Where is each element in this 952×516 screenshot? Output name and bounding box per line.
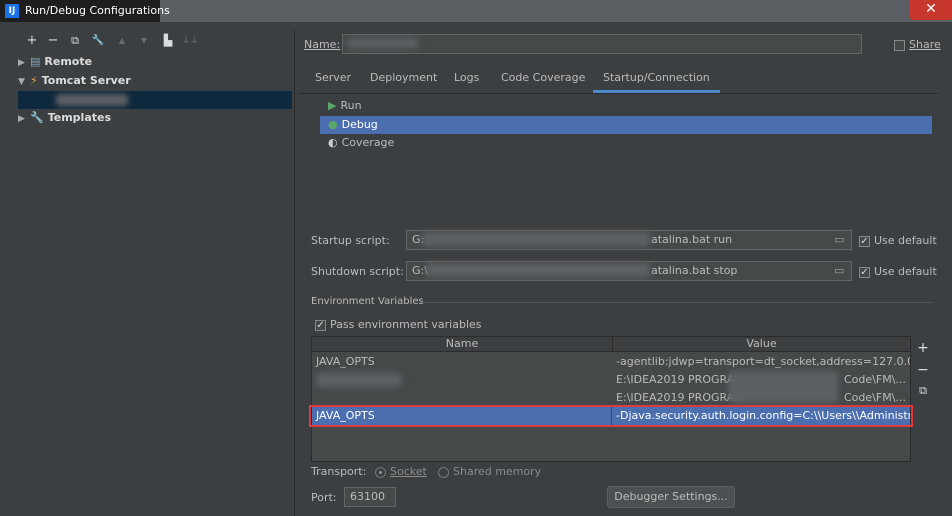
tab-startup-connection[interactable]: Startup/Connection: [593, 66, 720, 93]
socket-label: Socket: [390, 465, 427, 478]
title-bar: IJ Run/Debug Configurations ✕: [0, 0, 952, 22]
folder-icon[interactable]: ▙: [160, 32, 176, 50]
mode-coverage[interactable]: ◐ Coverage: [320, 134, 932, 152]
close-button[interactable]: ✕: [910, 0, 952, 20]
tab-logs[interactable]: Logs: [454, 66, 479, 90]
add-icon[interactable]: +: [24, 32, 40, 50]
use-default-label: Use default: [874, 265, 937, 278]
column-header-name[interactable]: Name: [312, 337, 613, 352]
app-icon: IJ: [5, 4, 19, 18]
move-down-icon[interactable]: ▼: [136, 32, 152, 50]
redacted-path: [426, 263, 650, 277]
chevron-right-icon: ▶: [18, 114, 25, 124]
tree-item-tomcat[interactable]: ▼ ⚡ Tomcat Server: [18, 72, 131, 90]
transport-label: Transport:: [311, 465, 367, 478]
share-checkbox[interactable]: Share: [894, 38, 941, 51]
tree-item-label: Templates: [47, 111, 112, 124]
add-env-icon[interactable]: +: [916, 340, 930, 356]
name-label: Name:: [304, 38, 341, 51]
sort-icon[interactable]: ↓⇣: [182, 32, 199, 50]
table-cell-value[interactable]: -agentlib:jdwp=transport=dt_socket,addre…: [612, 353, 910, 371]
socket-radio[interactable]: Socket: [375, 465, 427, 478]
debugger-settings-button[interactable]: Debugger Settings...: [607, 486, 735, 508]
startup-script-value-end: atalina.bat run: [651, 233, 733, 246]
shared-memory-label: Shared memory: [453, 465, 542, 478]
value-start: E:\IDEA2019 PROGRAM: [616, 391, 744, 404]
startup-script-label: Startup script:: [311, 234, 390, 247]
redacted-value: [728, 371, 838, 403]
folder-icon[interactable]: ▭: [834, 264, 844, 277]
pass-env-label: Pass environment variables: [330, 318, 482, 331]
remote-icon: ▤: [30, 55, 41, 68]
port-input[interactable]: 63100: [344, 487, 396, 507]
mode-run[interactable]: ▶ Run: [320, 97, 932, 115]
redacted-name: [348, 38, 418, 48]
mode-label: Run: [340, 99, 362, 112]
wrench-icon[interactable]: 🔧: [90, 32, 106, 50]
tree-item-templates[interactable]: ▶ 🔧 Templates: [18, 109, 111, 127]
mode-debug[interactable]: ● Debug: [320, 116, 932, 134]
run-icon: ▶: [328, 99, 337, 112]
chevron-down-icon: ▼: [18, 77, 25, 87]
tree-item-label: Remote: [44, 55, 93, 68]
section-divider: [420, 302, 932, 303]
port-label: Port:: [311, 491, 337, 504]
radio[interactable]: [438, 466, 449, 478]
mode-label: Coverage: [341, 136, 395, 149]
remove-icon[interactable]: −: [45, 32, 61, 50]
tab-separator: [298, 93, 938, 94]
checkbox[interactable]: ✓: [859, 235, 870, 247]
copy-icon[interactable]: ⧉: [67, 32, 83, 50]
checkbox[interactable]: ✓: [859, 266, 870, 278]
pass-env-checkbox[interactable]: ✓ Pass environment variables: [315, 318, 482, 331]
column-header-value[interactable]: Value: [613, 337, 910, 352]
redacted-path: [422, 232, 650, 246]
window-title: Run/Debug Configurations: [25, 4, 170, 17]
radio[interactable]: [375, 466, 386, 478]
tree-item-remote[interactable]: ▶ ▤ Remote: [18, 53, 92, 71]
debug-icon: ●: [328, 118, 338, 131]
shutdown-use-default[interactable]: ✓ Use default: [859, 265, 937, 278]
tree-item-label: Tomcat Server: [41, 74, 131, 87]
mode-label: Debug: [341, 118, 378, 131]
checkbox[interactable]: [894, 39, 905, 51]
table-cell-name[interactable]: JAVA_OPTS: [312, 353, 612, 371]
tab-server[interactable]: Server: [315, 66, 351, 90]
tomcat-icon: ⚡: [30, 74, 38, 87]
redacted-name: [56, 94, 128, 106]
value-start: E:\IDEA2019 PROGRAI: [616, 373, 738, 386]
wrench-icon: 🔧: [30, 111, 44, 124]
use-default-label: Use default: [874, 234, 937, 247]
move-up-icon[interactable]: ▲: [114, 32, 130, 50]
checkbox[interactable]: ✓: [315, 319, 326, 331]
env-section-title: Environment Variables: [311, 296, 424, 307]
annotation-highlight: [309, 405, 913, 427]
remove-env-icon[interactable]: −: [916, 362, 930, 378]
folder-icon[interactable]: ▭: [834, 233, 844, 246]
shared-memory-radio[interactable]: Shared memory: [438, 465, 541, 478]
copy-env-icon[interactable]: ⧉: [916, 384, 930, 398]
value-end: Code\FM\...: [844, 373, 906, 386]
name-input[interactable]: [342, 34, 862, 54]
shutdown-script-label: Shutdown script:: [311, 265, 404, 278]
tree-item-selected-config[interactable]: [18, 91, 292, 109]
chevron-right-icon: ▶: [18, 58, 25, 68]
env-table[interactable]: Name Value JAVA_OPTS -agentlib:jdwp=tran…: [311, 336, 911, 462]
coverage-icon: ◐: [328, 136, 338, 149]
redacted-name: [316, 373, 402, 387]
startup-use-default[interactable]: ✓ Use default: [859, 234, 937, 247]
shutdown-script-value-end: atalina.bat stop: [651, 264, 738, 277]
tab-deployment[interactable]: Deployment: [370, 66, 437, 90]
tab-code-coverage[interactable]: Code Coverage: [501, 66, 585, 90]
share-label: Share: [909, 38, 941, 51]
